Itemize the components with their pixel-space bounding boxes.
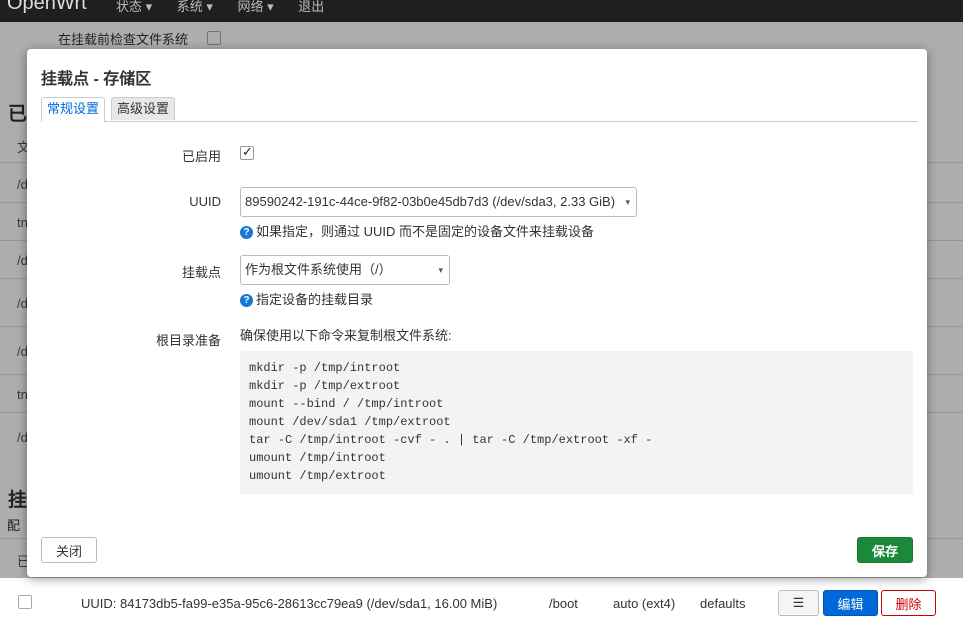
command-line: umount /tmp/extroot bbox=[249, 469, 386, 483]
row-options: defaults bbox=[700, 596, 746, 611]
top-navbar: OpenWrt 状态 ▾ 系统 ▾ 网络 ▾ 退出 bbox=[0, 0, 963, 22]
nav-item-system[interactable]: 系统 ▾ bbox=[177, 0, 213, 14]
chevron-down-icon: ▾ bbox=[438, 265, 443, 275]
tab-general-settings[interactable]: 常规设置 bbox=[41, 97, 106, 122]
mountpoint-help-text: 指定设备的挂载目录 bbox=[256, 292, 374, 307]
nav-item-status[interactable]: 状态 ▾ bbox=[116, 0, 152, 14]
close-button[interactable]: 关闭 bbox=[41, 537, 97, 563]
brand-logo[interactable]: OpenWrt bbox=[7, 0, 87, 15]
uuid-help: ? 如果指定，则通过 UUID 而不是固定的设备文件来挂载设备 bbox=[240, 221, 594, 240]
command-line: tar -C /tmp/introot -cvf - . | tar -C /t… bbox=[249, 433, 653, 447]
help-icon: ? bbox=[240, 294, 253, 307]
tab-bar: 常规设置 高级设置 bbox=[41, 97, 918, 122]
uuid-select[interactable]: 89590242-191c-44ce-9f82-03b0e45db7d3 (/d… bbox=[240, 187, 637, 217]
mount-point-dialog: 挂载点 - 存储区 常规设置 高级设置 已启用 ✓ UUID 89590242-… bbox=[27, 49, 927, 577]
mountpoint-select[interactable]: 作为根文件系统使用（/） ▾ bbox=[240, 255, 450, 285]
rootprep-commands: mkdir -p /tmp/introot mkdir -p /tmp/extr… bbox=[240, 351, 913, 494]
save-button[interactable]: 保存 bbox=[857, 537, 913, 563]
navbar-menu: 状态 ▾ 系统 ▾ 网络 ▾ 退出 bbox=[116, 0, 345, 15]
row-uuid: UUID: 84173db5-fa99-e35a-95c6-28613cc79e… bbox=[81, 596, 498, 611]
mountpoint-select-value: 作为根文件系统使用（/） bbox=[245, 262, 392, 277]
nav-item-logout[interactable]: 退出 bbox=[298, 0, 324, 14]
row-menu-button[interactable]: ☰ bbox=[778, 590, 819, 616]
rootprep-label: 根目录准备 bbox=[155, 333, 221, 348]
row-fstype: auto (ext4) bbox=[613, 596, 676, 611]
command-line: mkdir -p /tmp/introot bbox=[249, 361, 401, 375]
uuid-help-text: 如果指定，则通过 UUID 而不是固定的设备文件来挂载设备 bbox=[256, 224, 595, 239]
command-line: umount /tmp/introot bbox=[249, 451, 386, 465]
checkmark-icon: ✓ bbox=[242, 144, 253, 159]
tab-advanced-settings[interactable]: 高级设置 bbox=[111, 97, 176, 120]
uuid-select-value: 89590242-191c-44ce-9f82-03b0e45db7d3 (/d… bbox=[245, 194, 616, 209]
rootprep-description: 确保使用以下命令来复制根文件系统: bbox=[240, 328, 452, 343]
help-icon: ? bbox=[240, 226, 253, 239]
command-line: mkdir -p /tmp/extroot bbox=[249, 379, 401, 393]
edit-button[interactable]: 编辑 bbox=[823, 590, 878, 616]
table-row: UUID: 84173db5-fa99-e35a-95c6-28613cc79e… bbox=[0, 578, 963, 625]
delete-button[interactable]: 删除 bbox=[881, 590, 936, 616]
mountpoint-label: 挂载点 bbox=[181, 265, 221, 280]
mountpoint-help: ? 指定设备的挂载目录 bbox=[240, 289, 373, 308]
chevron-down-icon: ▾ bbox=[625, 197, 630, 207]
dialog-title: 挂载点 - 存储区 bbox=[41, 71, 152, 88]
uuid-label: UUID bbox=[189, 194, 221, 209]
nav-item-network[interactable]: 网络 ▾ bbox=[238, 0, 274, 14]
enabled-label: 已启用 bbox=[181, 149, 221, 164]
enabled-checkbox[interactable]: ✓ bbox=[240, 144, 254, 160]
command-line: mount --bind / /tmp/introot bbox=[249, 397, 444, 411]
row-mountpoint: /boot bbox=[549, 596, 578, 611]
row-checkbox[interactable] bbox=[18, 595, 32, 609]
command-line: mount /dev/sda1 /tmp/extroot bbox=[249, 415, 451, 429]
